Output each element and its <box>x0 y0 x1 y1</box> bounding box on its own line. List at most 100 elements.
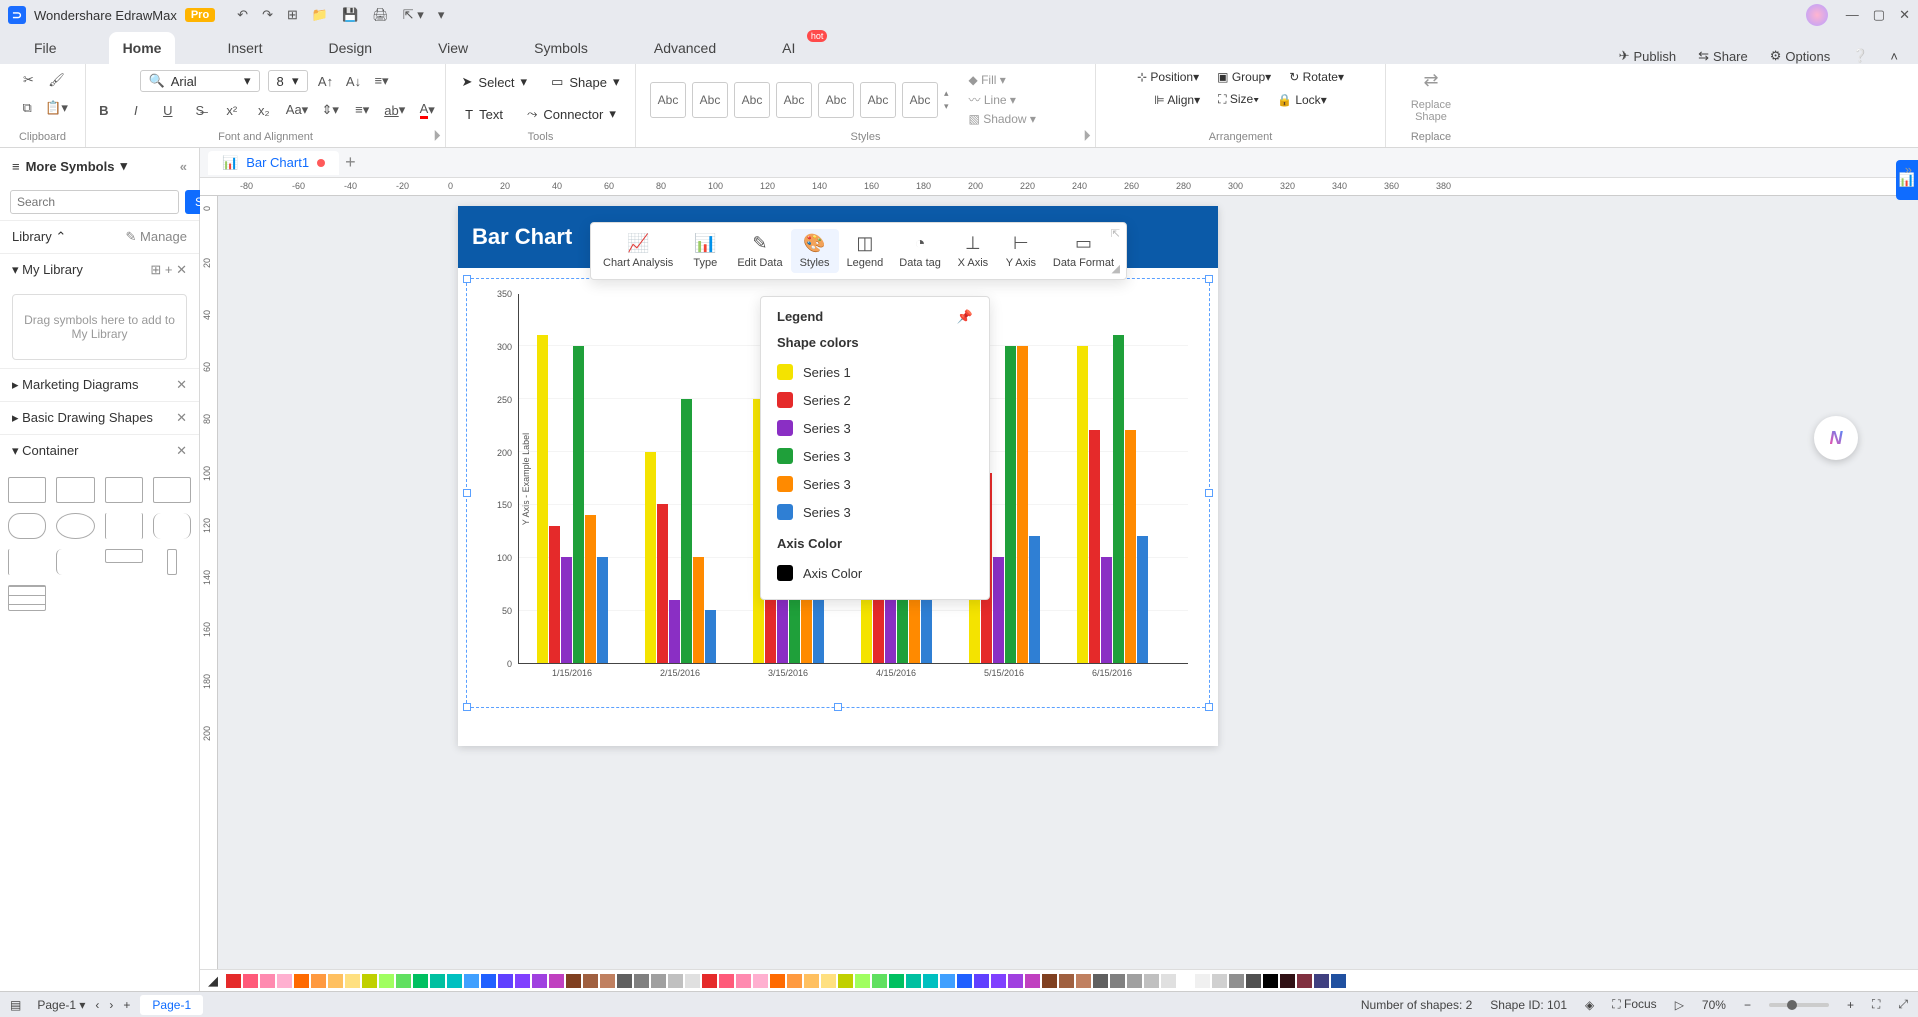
font-color-icon[interactable]: A▾ <box>417 100 437 120</box>
bar[interactable] <box>1077 346 1088 663</box>
color-swatch[interactable] <box>923 974 938 988</box>
color-swatch[interactable] <box>777 504 793 520</box>
bar[interactable] <box>597 557 608 663</box>
shape-thumb[interactable] <box>56 549 94 575</box>
color-swatch[interactable] <box>1161 974 1176 988</box>
expand-right-icon[interactable]: » <box>1905 162 1912 177</box>
bar[interactable] <box>1005 346 1016 663</box>
color-swatch[interactable] <box>396 974 411 988</box>
align-dropdown[interactable]: ⊫ Align▾ <box>1154 93 1200 107</box>
color-swatch[interactable] <box>1246 974 1261 988</box>
close-icon[interactable]: ✕ <box>1899 7 1910 23</box>
text-tool[interactable]: T Text <box>457 103 511 126</box>
color-swatch[interactable] <box>736 974 751 988</box>
color-swatch[interactable] <box>464 974 479 988</box>
color-swatch[interactable] <box>777 392 793 408</box>
color-swatch[interactable] <box>328 974 343 988</box>
color-swatch[interactable] <box>838 974 853 988</box>
chart-tool-data-tag[interactable]: ◔Data tag <box>891 229 949 273</box>
color-swatch[interactable] <box>777 476 793 492</box>
cat-basic-shapes[interactable]: ▸ Basic Drawing Shapes <box>12 410 153 426</box>
cat-close-icon[interactable]: ✕ <box>176 377 187 393</box>
next-page-icon[interactable]: › <box>109 998 113 1012</box>
color-swatch[interactable] <box>294 974 309 988</box>
prev-page-icon[interactable]: ‹ <box>95 998 99 1012</box>
chart-tool-legend[interactable]: ◫Legend <box>839 229 892 273</box>
shape-thumb[interactable] <box>8 585 46 611</box>
bar[interactable] <box>561 557 572 663</box>
color-swatch[interactable] <box>1331 974 1346 988</box>
shape-tool[interactable]: ▭ Shape ▾ <box>543 70 627 94</box>
page-layout-icon[interactable]: ▤ <box>10 998 21 1012</box>
style-scroll-up-icon[interactable]: ▴ <box>944 88 949 99</box>
shape-thumb[interactable] <box>8 477 46 503</box>
bar[interactable] <box>585 515 596 663</box>
tab-design[interactable]: Design <box>314 32 386 64</box>
color-swatch[interactable] <box>872 974 887 988</box>
chart-tool-styles[interactable]: 🎨Styles <box>791 229 839 273</box>
chart-tool-y-axis[interactable]: ⊢Y Axis <box>997 229 1045 273</box>
collapse-ribbon-icon[interactable]: ˄ <box>1890 49 1898 64</box>
color-swatch[interactable] <box>1212 974 1227 988</box>
presentation-icon[interactable]: ▷ <box>1675 998 1684 1012</box>
color-swatch[interactable] <box>1076 974 1091 988</box>
focus-button[interactable]: ⛶ Focus <box>1612 997 1656 1012</box>
panel-menu-icon[interactable]: ≡ <box>12 159 20 174</box>
tab-ai[interactable]: AIhot <box>768 32 809 64</box>
page-selector[interactable]: Page-1 ▾ <box>37 998 85 1012</box>
page-tab[interactable]: Page-1 <box>140 995 203 1015</box>
shadow-dropdown[interactable]: ▧ Shadow ▾ <box>969 112 1036 126</box>
qa-more-icon[interactable]: ▾ <box>438 7 445 23</box>
color-swatch[interactable] <box>974 974 989 988</box>
color-swatch[interactable] <box>260 974 275 988</box>
style-preset[interactable]: Abc <box>734 82 770 118</box>
shape-thumb[interactable] <box>105 549 143 563</box>
rotate-dropdown[interactable]: ↻ Rotate▾ <box>1289 70 1344 84</box>
chart-tool-chart-analysis[interactable]: 📈Chart Analysis <box>595 229 681 273</box>
tab-view[interactable]: View <box>424 32 482 64</box>
legend-pin-icon[interactable]: 📌 <box>957 309 973 325</box>
bar[interactable] <box>1137 536 1148 663</box>
bar[interactable] <box>705 610 716 663</box>
color-swatch[interactable] <box>821 974 836 988</box>
zoom-out-icon[interactable]: − <box>1744 998 1751 1012</box>
color-swatch[interactable] <box>1263 974 1278 988</box>
bar[interactable] <box>573 346 584 663</box>
color-swatch[interactable] <box>651 974 666 988</box>
shape-thumb[interactable] <box>8 513 46 539</box>
replace-shape-icon[interactable]: ⇄ <box>1423 70 1438 91</box>
color-swatch[interactable] <box>362 974 377 988</box>
italic-icon[interactable]: I <box>126 100 146 120</box>
color-swatch[interactable] <box>583 974 598 988</box>
strike-icon[interactable]: S̶ <box>190 100 210 120</box>
bar[interactable] <box>813 589 824 663</box>
bar[interactable] <box>549 526 560 663</box>
color-swatch[interactable] <box>889 974 904 988</box>
maximize-icon[interactable]: ▢ <box>1873 7 1885 23</box>
lock-dropdown[interactable]: 🔒 Lock▾ <box>1277 93 1327 107</box>
paste-icon[interactable]: 📋▾ <box>45 98 68 118</box>
group-dropdown[interactable]: ▣ Group▾ <box>1217 70 1271 84</box>
fit-page-icon[interactable]: ⛶ <box>1872 997 1880 1012</box>
layers-icon[interactable]: ◈ <box>1585 998 1594 1012</box>
color-swatch[interactable] <box>753 974 768 988</box>
style-preset[interactable]: Abc <box>902 82 938 118</box>
color-swatch[interactable] <box>1008 974 1023 988</box>
shape-thumb[interactable] <box>56 513 94 539</box>
color-swatch[interactable] <box>770 974 785 988</box>
style-scroll-down-icon[interactable]: ▾ <box>944 101 949 112</box>
open-icon[interactable]: 📁 <box>312 7 328 23</box>
symbol-search-input[interactable] <box>10 190 179 214</box>
bar[interactable] <box>1029 536 1040 663</box>
library-dropzone[interactable]: Drag symbols here to add to My Library <box>12 294 187 360</box>
toolbar-resize-icon[interactable]: ◢ <box>1112 262 1120 275</box>
library-dropdown[interactable]: Library ⌃ <box>12 229 66 245</box>
font-selector[interactable]: 🔍 Arial▾ <box>140 70 260 92</box>
style-preset[interactable]: Abc <box>860 82 896 118</box>
manage-link[interactable]: ✎ Manage <box>126 229 188 245</box>
color-swatch[interactable] <box>1127 974 1142 988</box>
bar[interactable] <box>993 557 1004 663</box>
user-avatar[interactable] <box>1806 4 1828 26</box>
color-swatch[interactable] <box>498 974 513 988</box>
superscript-icon[interactable]: x² <box>222 100 242 120</box>
